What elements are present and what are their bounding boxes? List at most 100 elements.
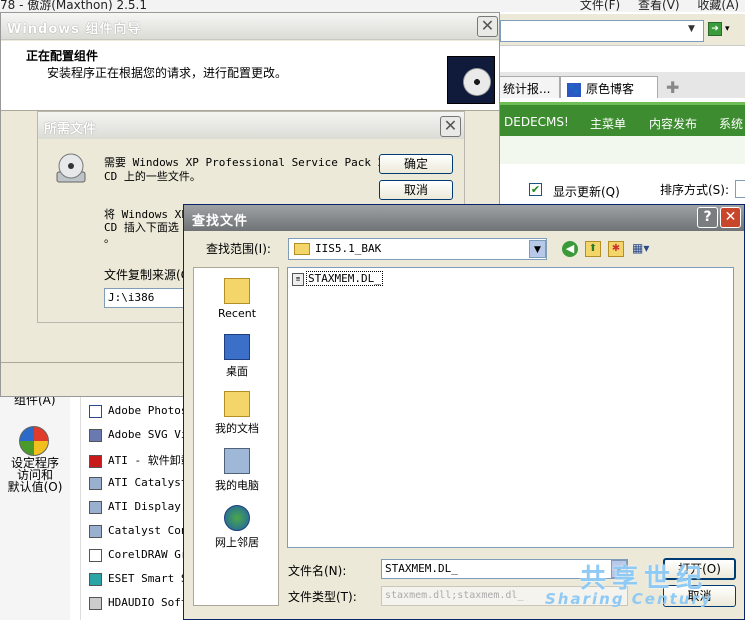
tab-stats-label: 统计报... [503, 82, 551, 96]
program-icon [89, 428, 102, 442]
list-item[interactable]: ATI Catalyst [89, 476, 187, 490]
list-item[interactable]: Adobe Photosh [89, 404, 194, 418]
place-my-computer[interactable]: 我的电脑 [194, 448, 280, 493]
look-in-select[interactable]: IIS5.1_BAK ▼ [288, 238, 547, 260]
place-recent-label: Recent [217, 307, 257, 320]
list-item[interactable]: ≡ STAXMEM.DL_ [292, 271, 383, 286]
show-update-checkbox[interactable]: ✔ [529, 183, 542, 196]
set-program-access-icon[interactable] [19, 426, 49, 456]
documents-folder-icon [224, 391, 250, 417]
cancel-button[interactable]: 取消 [663, 585, 736, 607]
nav-system[interactable]: 系统 [719, 115, 743, 132]
new-folder-icon[interactable]: ✱ [608, 241, 624, 257]
program-icon [89, 404, 102, 418]
place-network-label: 网上邻居 [215, 536, 259, 549]
browser-menu: 文件(F) 查看(V) 收藏(A) [566, 0, 739, 13]
installed-programs-list: Adobe Photosh Adobe SVG Vie ATI - 软件卸载 A… [80, 395, 194, 620]
required-files-title: 所需文件 [44, 122, 97, 137]
cd-disc-icon [463, 68, 491, 96]
cancel-button[interactable]: 取消 [379, 180, 453, 200]
tab-stats[interactable]: 统计报... [496, 76, 560, 98]
view-menu-icon[interactable]: ▦▾ [632, 241, 654, 257]
show-update-label: 显示更新(Q) [553, 185, 620, 199]
list-item[interactable]: ATI - 软件卸载 [89, 452, 192, 468]
nav-dedecms[interactable]: DEDECMS! [504, 115, 569, 129]
computer-icon [224, 448, 250, 474]
nav-main-menu[interactable]: 主菜单 [590, 115, 626, 132]
program-icon [89, 548, 102, 562]
required-files-message-5: 。 [104, 232, 115, 245]
place-my-documents-label: 我的文档 [215, 422, 259, 435]
address-dropdown-icon[interactable]: ▼ [688, 24, 695, 34]
address-input[interactable] [500, 20, 704, 42]
go-icon[interactable]: ➜ [708, 22, 722, 36]
list-item[interactable]: CorelDRAW Gra [89, 548, 194, 562]
wizard-subheading: 安装程序正在根据您的请求，进行配置更改。 [47, 66, 288, 80]
menu-view[interactable]: 查看(V) [638, 0, 680, 12]
paw-icon: 🐾 [567, 82, 581, 97]
find-file-dialog: 查找文件 ? ✕ 查找范围(I): IIS5.1_BAK ▼ ◀ ⬆ ✱ ▦▾ … [183, 204, 745, 620]
wizard-title: Windows 组件向导 [7, 22, 142, 37]
program-icon [89, 500, 102, 514]
required-files-titlebar: 所需文件 ✕ [38, 112, 464, 139]
chevron-down-icon[interactable]: ▼ [611, 560, 627, 578]
find-file-title: 查找文件 [192, 214, 249, 229]
place-my-documents[interactable]: 我的文档 [194, 391, 280, 436]
file-name-label: 文件名(N): [288, 564, 347, 578]
program-icon [89, 524, 102, 538]
file-type-select[interactable]: staxmem.dll;staxmem.dl_ [381, 586, 628, 606]
wizard-heading: 正在配置组件 [26, 49, 99, 63]
list-item[interactable]: HDAUDIO Soft [89, 596, 187, 610]
program-icon [89, 596, 102, 610]
cms-nav-bar: DEDECMS! 主菜单 内容发布 系统 [500, 102, 745, 136]
tab-blog[interactable]: 🐾 原色博客 [560, 76, 658, 98]
place-recent[interactable]: Recent [194, 278, 280, 320]
desktop-icon [224, 334, 250, 360]
list-item[interactable]: ESET Smart Se [89, 572, 194, 586]
place-desktop-label: 桌面 [226, 365, 248, 378]
close-icon[interactable]: ✕ [720, 207, 741, 228]
back-icon[interactable]: ◀ [562, 241, 578, 257]
file-name-input[interactable]: STAXMEM.DL_ [381, 559, 628, 579]
file-type-label: 文件类型(T): [288, 590, 357, 604]
program-icon [89, 572, 102, 586]
list-item[interactable]: Adobe SVG Vie [89, 428, 194, 442]
open-button[interactable]: 打开(O) [663, 558, 736, 580]
sort-label: 排序方式(S): [660, 183, 730, 197]
place-network[interactable]: 网上邻居 [194, 505, 280, 550]
up-folder-icon[interactable]: ⬆ [585, 241, 601, 257]
ok-button[interactable]: 确定 [379, 154, 453, 174]
close-icon[interactable]: ✕ [440, 116, 461, 137]
look-in-value: IIS5.1_BAK [315, 242, 382, 255]
close-icon[interactable]: ✕ [477, 16, 498, 37]
chevron-down-icon[interactable]: ▼ [529, 240, 546, 258]
program-icon [89, 476, 102, 490]
cms-subbar [500, 136, 745, 164]
cd-drive-icon [56, 153, 86, 183]
set-program-label-3[interactable]: 默认值(O) [4, 481, 66, 494]
list-item[interactable]: ATI Display D [89, 500, 194, 514]
file-name: STAXMEM.DL_ [306, 271, 383, 286]
file-list: ≡ STAXMEM.DL_ [287, 267, 734, 548]
find-file-titlebar: 查找文件 ? ✕ [184, 205, 744, 231]
sort-select[interactable] [735, 180, 745, 198]
tab-blog-label: 原色博客 [586, 82, 635, 96]
folder-icon [294, 243, 310, 255]
required-files-message-2: CD 上的一些文件。 [104, 170, 201, 183]
copy-source-input[interactable]: J:\i386 [104, 288, 186, 308]
menu-file[interactable]: 文件(F) [580, 0, 620, 12]
places-bar: Recent 桌面 我的文档 我的电脑 网上邻居 [193, 267, 279, 606]
required-files-message-4: CD 插入下面选 [104, 221, 179, 234]
place-my-computer-label: 我的电脑 [215, 479, 259, 492]
chevron-down-icon[interactable]: ▾ [725, 24, 730, 34]
nav-publish[interactable]: 内容发布 [649, 115, 697, 132]
look-in-label: 查找范围(I): [206, 242, 271, 256]
list-item[interactable]: Catalyst Cont [89, 524, 194, 538]
help-icon[interactable]: ? [697, 207, 718, 228]
wizard-titlebar: Windows 组件向导 ✕ [1, 13, 499, 40]
new-tab-icon[interactable]: ✚ [666, 78, 679, 97]
program-icon [89, 454, 102, 468]
menu-favorites[interactable]: 收藏(A) [697, 0, 739, 12]
place-desktop[interactable]: 桌面 [194, 334, 280, 379]
file-icon: ≡ [292, 272, 304, 286]
